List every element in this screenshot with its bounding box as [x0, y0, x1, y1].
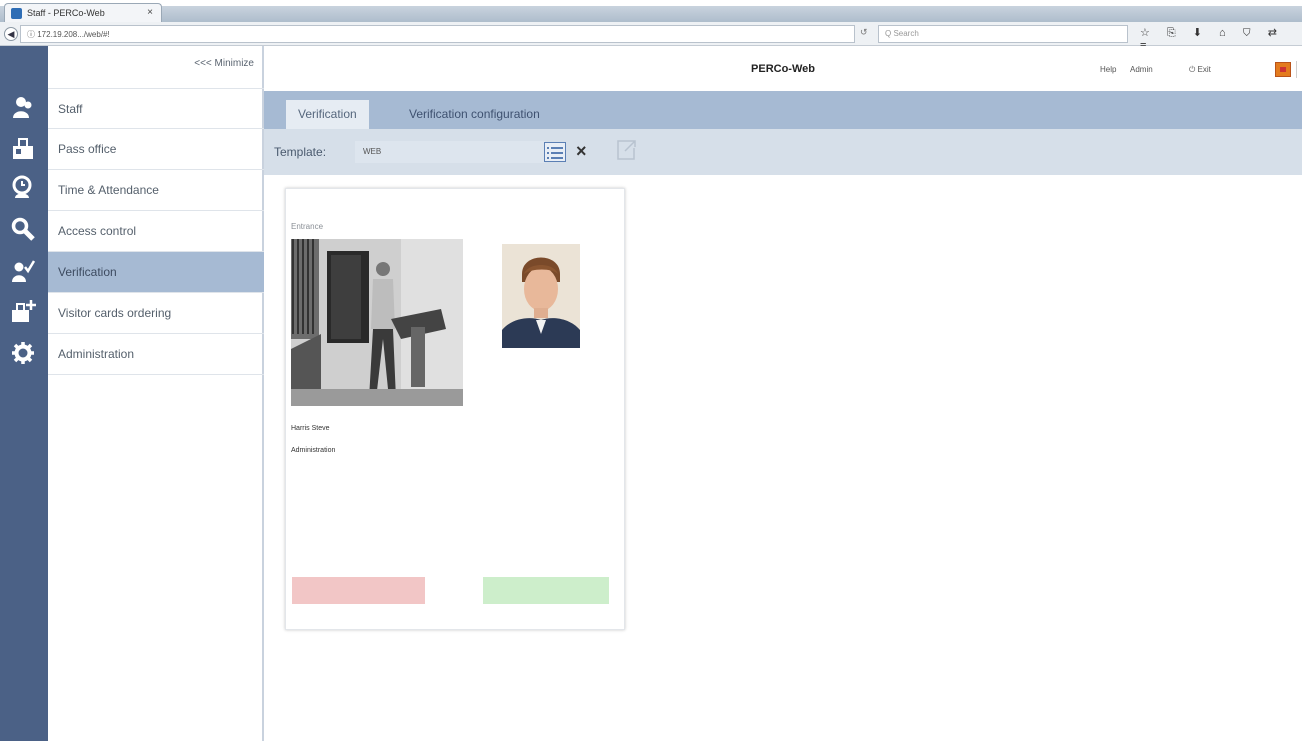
- template-toolbar: Template: WEB ×: [264, 129, 1302, 175]
- sidebar-item-pass-office[interactable]: Pass office: [48, 129, 264, 170]
- export-icon[interactable]: [614, 138, 638, 162]
- close-tab-icon[interactable]: ×: [147, 7, 153, 18]
- reload-icon[interactable]: ↺: [860, 27, 868, 38]
- favicon-icon: [11, 8, 22, 19]
- staff-icon[interactable]: [9, 94, 37, 122]
- menu-items: Staff Pass office Time & Attendance Acce…: [48, 88, 264, 375]
- icon-rail: [0, 46, 48, 741]
- sidebar-item-administration[interactable]: Administration: [48, 334, 264, 375]
- tabstrip-bar: [0, 6, 1302, 22]
- help-link[interactable]: Help: [1100, 65, 1116, 74]
- search-icon[interactable]: [9, 216, 37, 244]
- sidebar-item-time-attendance[interactable]: Time & Attendance: [48, 170, 264, 211]
- pass-office-icon[interactable]: [9, 135, 37, 163]
- deny-button[interactable]: [292, 577, 425, 604]
- minimize-link[interactable]: <<< Minimize: [194, 58, 254, 69]
- person-department: Administration: [291, 447, 336, 454]
- verification-card: Entrance Harris Steve Administration: [285, 188, 625, 630]
- address-field[interactable]: ⓘ 172.19.208.../web/#!: [20, 25, 855, 43]
- camera-snapshot: [291, 239, 463, 406]
- browser-tab[interactable]: Staff - PERCo-Web ×: [4, 3, 162, 22]
- allow-button[interactable]: [483, 577, 609, 604]
- browser-tab-title: Staff - PERCo-Web: [27, 8, 105, 18]
- visitor-cards-icon[interactable]: [9, 298, 37, 326]
- tabs-bar: Verification Verification configuration: [264, 91, 1302, 129]
- sidebar-item-verification[interactable]: Verification: [48, 252, 264, 293]
- template-select[interactable]: WEB: [355, 141, 545, 163]
- exit-button[interactable]: ⏻ Exit: [1189, 65, 1211, 75]
- sidebar-item-access-control[interactable]: Access control: [48, 211, 264, 252]
- list-icon[interactable]: [544, 142, 566, 162]
- browser-tabstrip: Staff - PERCo-Web ×: [0, 0, 1302, 22]
- back-icon[interactable]: ◀: [4, 27, 18, 41]
- tab-verification[interactable]: Verification: [286, 100, 369, 129]
- sidebar-item-staff[interactable]: Staff: [48, 88, 264, 129]
- app-header: PERCo-Web Help Admin ⏻ Exit: [264, 46, 1302, 91]
- sidebar-item-visitor-cards[interactable]: Visitor cards ordering: [48, 293, 264, 334]
- event-label: Entrance: [291, 222, 324, 231]
- gear-icon[interactable]: [9, 340, 37, 368]
- admin-link[interactable]: Admin: [1130, 65, 1153, 74]
- verification-icon[interactable]: [9, 258, 37, 286]
- header-divider: [1296, 61, 1297, 78]
- notification-icon[interactable]: [1275, 62, 1291, 77]
- time-attendance-icon[interactable]: [9, 174, 37, 202]
- tab-verification-configuration[interactable]: Verification configuration: [397, 100, 552, 129]
- template-label: Template:: [274, 145, 327, 159]
- person-name: Harris Steve: [291, 425, 330, 432]
- browser-search-input[interactable]: Q Search: [878, 25, 1128, 43]
- clear-icon[interactable]: ×: [576, 141, 587, 161]
- url-bar-row: ◀ ⓘ 172.19.208.../web/#! ↺ Q Search ☆ ⎘ …: [0, 22, 1302, 52]
- person-photo: [502, 244, 580, 348]
